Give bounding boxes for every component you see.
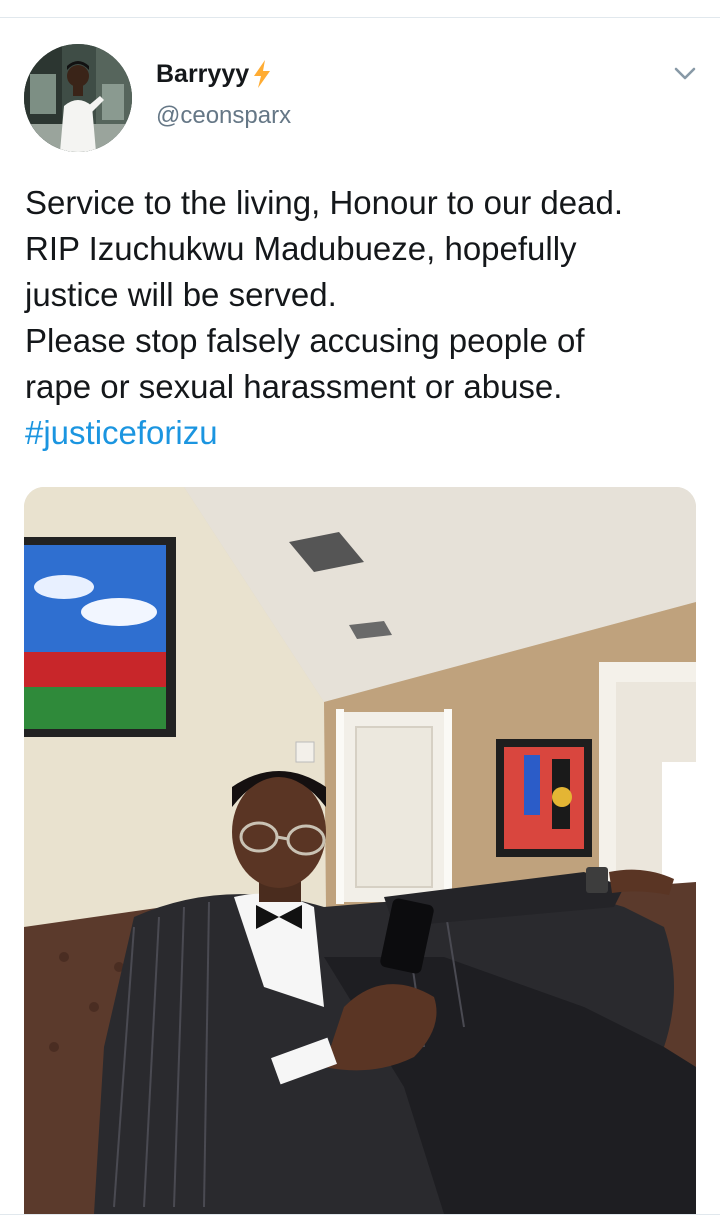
avatar[interactable] bbox=[24, 44, 132, 152]
tweet-text-line: RIP Izuchukwu Madubueze, hopefully bbox=[25, 230, 577, 267]
tweet-photo[interactable] bbox=[24, 487, 696, 1214]
tweet-text-line: rape or sexual harassment or abuse. bbox=[25, 368, 563, 405]
user-handle[interactable]: @ceonsparx bbox=[156, 102, 291, 130]
hashtag-link[interactable]: #justiceforizu bbox=[25, 410, 705, 456]
tweet-text-line: justice will be served. bbox=[25, 276, 337, 313]
tweet-text-line: Service to the living, Honour to our dea… bbox=[25, 184, 624, 221]
lightning-bolt-icon bbox=[251, 59, 273, 89]
bottom-divider bbox=[0, 1214, 720, 1215]
chevron-down-icon[interactable] bbox=[670, 60, 700, 86]
tweet-text: Service to the living, Honour to our dea… bbox=[25, 180, 705, 456]
display-name-row[interactable]: Barryyy bbox=[156, 56, 291, 92]
tweet-text-line: Please stop falsely accusing people of bbox=[25, 322, 585, 359]
user-block[interactable]: Barryyy @ceonsparx bbox=[156, 56, 291, 130]
display-name[interactable]: Barryyy bbox=[156, 60, 249, 89]
tweet[interactable]: Barryyy @ceonsparx Service to the living… bbox=[0, 18, 720, 1214]
